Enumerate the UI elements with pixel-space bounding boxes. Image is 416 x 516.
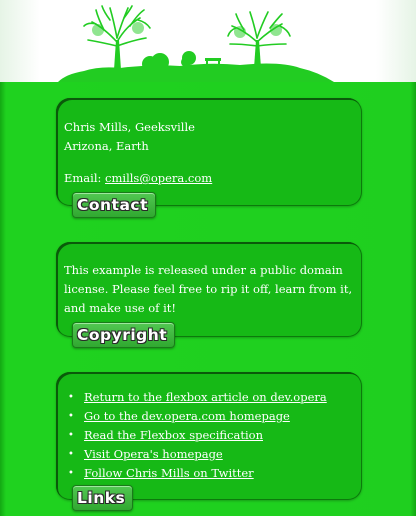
link-flexbox-article[interactable]: Return to the flexbox article on dev.ope… [84,390,327,404]
contact-location-line: Arizona, Earth [64,139,149,153]
link-opera-homepage[interactable]: Visit Opera's homepage [84,447,223,461]
links-list: • Return to the flexbox article on dev.op… [64,388,327,483]
list-item: • Visit Opera's homepage [64,445,327,464]
list-item: • Read the Flexbox specification [64,426,327,445]
bullet-icon: • [68,392,74,403]
copyright-card: This example is released under a public … [56,242,362,348]
email-link[interactable]: cmills@opera.com [105,171,212,185]
copyright-heading: Copyright [72,322,176,348]
contact-card: Chris Mills, Geeksville Arizona, Earth E… [56,98,362,218]
list-item: • Return to the flexbox article on dev.op… [64,388,327,407]
list-item: • Go to the dev.opera.com homepage [64,407,327,426]
tree-landscape-illustration [58,5,334,82]
contact-heading: Contact [72,192,157,218]
links-heading: Links [72,485,134,511]
bullet-icon: • [68,468,74,479]
link-dev-opera-homepage[interactable]: Go to the dev.opera.com homepage [84,409,290,423]
links-card: • Return to the flexbox article on dev.op… [56,372,362,511]
copyright-text: This example is released under a public … [64,263,353,315]
bullet-icon: • [68,430,74,441]
contact-name-line: Chris Mills, Geeksville [64,120,195,134]
list-item: • Follow Chris Mills on Twitter [64,464,327,483]
bullet-icon: • [68,449,74,460]
link-twitter[interactable]: Follow Chris Mills on Twitter [84,466,254,480]
link-flexbox-spec[interactable]: Read the Flexbox specification [84,428,263,442]
email-label: Email: [64,171,102,185]
header-banner [0,0,416,82]
bullet-icon: • [68,411,74,422]
